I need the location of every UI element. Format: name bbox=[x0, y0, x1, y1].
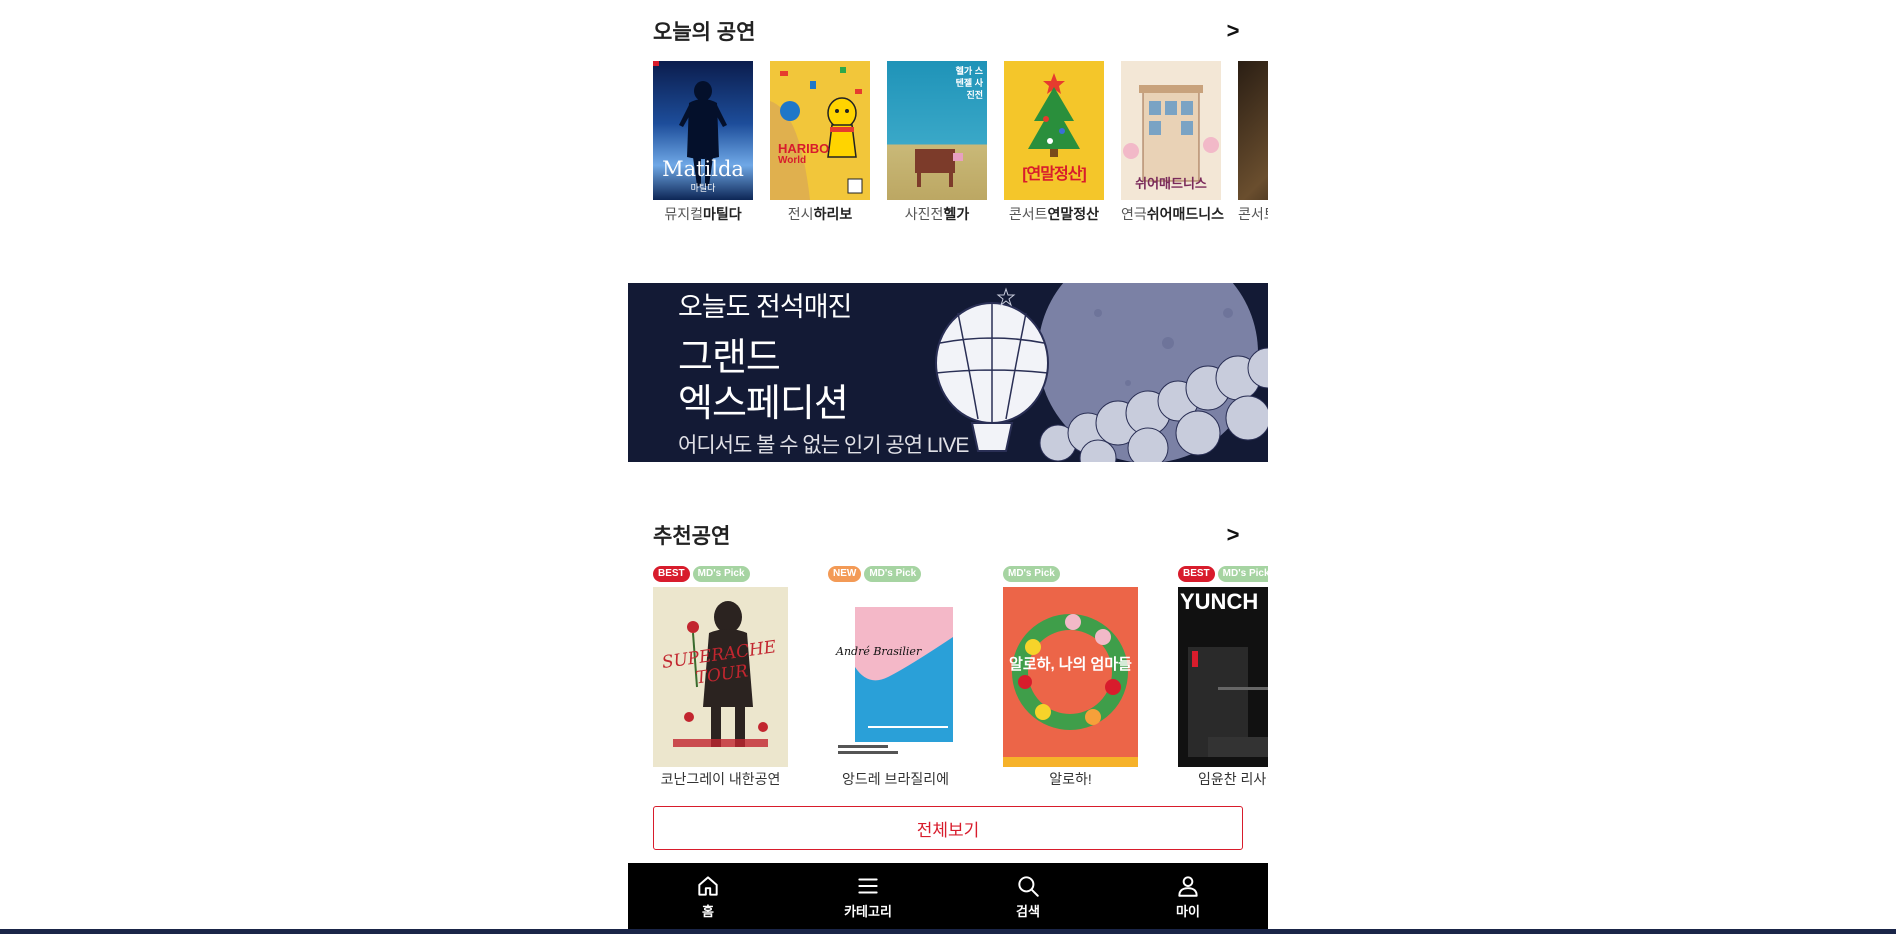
today-genre: 연극 bbox=[1121, 206, 1147, 222]
badge-mdpick: MD's Pick bbox=[864, 566, 922, 582]
today-name: 마틸다 bbox=[703, 206, 742, 222]
today-genre: 전시 bbox=[787, 206, 814, 222]
today-item-yearend[interactable]: [연말정산] 콘서트연말정산 bbox=[1004, 61, 1104, 224]
badge-group: NEW MD's Pick bbox=[828, 566, 963, 585]
rec-caption: 앙드레 브라질리에 bbox=[842, 771, 949, 787]
search-icon bbox=[1018, 875, 1039, 897]
banner-title-line-b: 엑스페디션 bbox=[678, 383, 849, 425]
badge-best: BEST bbox=[1178, 566, 1215, 582]
badge-group: MD's Pick bbox=[1003, 566, 1138, 585]
banner-title: 그랜드 엑스페디션 bbox=[678, 335, 849, 427]
rec-caption: 알로하! bbox=[1049, 771, 1092, 787]
badge-best: BEST bbox=[653, 566, 690, 582]
tab-my[interactable]: 마이 bbox=[1108, 863, 1268, 929]
today-genre: 뮤지컬 bbox=[664, 206, 703, 222]
today-section-title: 오늘의 공연 bbox=[653, 21, 756, 44]
today-genre: 콘서트 bbox=[1008, 206, 1048, 222]
today-caption: 콘서트연말정산 bbox=[1004, 204, 1104, 224]
poster-limyunchan-title: YUNCH bbox=[1180, 589, 1259, 614]
today-item-haribo[interactable]: HARIBO World 전시하리보 bbox=[770, 61, 870, 224]
banner-line1: 오늘도 전석매진 bbox=[678, 292, 852, 322]
rec-caption: 임윤찬 리사 bbox=[1198, 771, 1267, 787]
rec-caption: 코난그레이 내한공연 bbox=[660, 771, 781, 787]
poster-concert[interactable] bbox=[1238, 61, 1268, 200]
today-caption: 사진전헬가 bbox=[887, 204, 987, 224]
recommended-section-title: 추천공연 bbox=[653, 525, 731, 548]
bottom-tab-bar: 홈 카테고리 검색 마이 bbox=[628, 863, 1268, 929]
poster-conangray[interactable]: SUPERACHE TOUR bbox=[653, 587, 788, 767]
today-carousel[interactable]: Matilda 마틸다 뮤지컬마틸다 HARIBO World 전시하리보 헬가… bbox=[653, 61, 1268, 226]
today-item-shearmadness[interactable]: 쉬어매드니스 연극쉬어매드니스 bbox=[1121, 61, 1225, 224]
today-more-link[interactable]: > bbox=[1223, 18, 1243, 44]
poster-haribo-title: HARIBO bbox=[778, 141, 830, 156]
home-icon bbox=[698, 875, 718, 896]
badge-group: BEST MD's Pick bbox=[1178, 566, 1268, 585]
today-caption: 연극쉬어매드니스 bbox=[1121, 204, 1225, 224]
tab-search[interactable]: 검색 bbox=[948, 863, 1108, 929]
badge-mdpick: MD's Pick bbox=[1003, 566, 1060, 582]
rec-item-conangray[interactable]: BEST MD's Pick SUPERACHE TOUR 코난그레이 내한공연 bbox=[653, 566, 788, 788]
view-all-button[interactable]: 전체보기 bbox=[653, 806, 1243, 850]
promo-banner[interactable]: 오늘도 전석매진 그랜드 엑스페디션 어디서도 볼 수 없는 인기 공연 LIV… bbox=[628, 283, 1268, 462]
poster-helga[interactable]: 헬가 스텐젤 사진전 bbox=[887, 61, 987, 200]
tab-my-label: 마이 bbox=[1176, 903, 1200, 919]
today-genre: 사진전 bbox=[904, 206, 944, 222]
poster-shearmadness[interactable]: 쉬어매드니스 bbox=[1121, 61, 1221, 200]
today-name: 연말정산 bbox=[1047, 206, 1100, 222]
badge-new: NEW bbox=[828, 566, 862, 582]
poster-matilda[interactable]: Matilda 마틸다 bbox=[653, 61, 753, 200]
today-name: 헬가 bbox=[943, 206, 970, 222]
app-container: 오늘의 공연 > Matilda 마틸다 뮤지컬마틸다 HARIBO World… bbox=[628, 0, 1268, 929]
poster-aloha[interactable]: 알로하, 나의 엄마들 bbox=[1003, 587, 1138, 767]
badge-mdpick: MD's Pick bbox=[1217, 566, 1268, 582]
poster-aloha-title: 알로하, 나의 엄마들 bbox=[1009, 656, 1132, 673]
rec-item-limyunchan[interactable]: BEST MD's Pick YUNCH 임윤찬 리사 bbox=[1178, 566, 1268, 788]
today-section-header: 오늘의 공연 > bbox=[653, 16, 1243, 46]
poster-yearend-title: [연말정산] bbox=[1022, 166, 1087, 183]
poster-yearend[interactable]: [연말정산] bbox=[1004, 61, 1104, 200]
recommended-carousel[interactable]: BEST MD's Pick SUPERACHE TOUR 코난그레이 내한공연 bbox=[653, 566, 1268, 788]
today-name: 하리보 bbox=[813, 206, 853, 222]
poster-helga-title: 헬가 스텐젤 사진전 bbox=[955, 66, 983, 100]
badge-mdpick: MD's Pick bbox=[692, 566, 750, 582]
tab-category-label: 카테고리 bbox=[844, 903, 892, 919]
tab-category[interactable]: 카테고리 bbox=[788, 863, 948, 929]
window-bottom-strip bbox=[0, 929, 1896, 934]
menu-icon bbox=[858, 878, 878, 893]
today-genre: 콘서트 bbox=[1238, 206, 1268, 222]
poster-brasilier[interactable]: André Brasilier bbox=[828, 587, 963, 767]
user-icon bbox=[1178, 875, 1198, 897]
poster-brasilier-title: André Brasilier bbox=[836, 645, 922, 658]
rec-item-brasilier[interactable]: NEW MD's Pick André Brasilier 앙드레 브라질리에 bbox=[828, 566, 963, 788]
today-item-helga[interactable]: 헬가 스텐젤 사진전 사진전헬가 bbox=[887, 61, 987, 224]
recommended-section-header: 추천공연 > bbox=[653, 520, 1243, 550]
tab-home-label: 홈 bbox=[702, 903, 714, 919]
poster-limyunchan[interactable]: YUNCH bbox=[1178, 587, 1268, 767]
poster-haribo-sub: World bbox=[778, 155, 807, 166]
banner-title-line-a: 그랜드 bbox=[678, 337, 781, 379]
badge-group: BEST MD's Pick bbox=[653, 566, 788, 585]
poster-matilda-sub: 마틸다 bbox=[690, 183, 716, 193]
today-caption: 뮤지컬마틸다 bbox=[653, 204, 753, 224]
poster-shearmadness-title: 쉬어매드니스 bbox=[1135, 176, 1207, 191]
rec-item-aloha[interactable]: MD's Pick 알로하, 나의 엄마들 알로하! bbox=[1003, 566, 1138, 788]
banner-subtitle: 어디서도 볼 수 없는 인기 공연 LIVE bbox=[678, 434, 969, 457]
today-item-matilda[interactable]: Matilda 마틸다 뮤지컬마틸다 bbox=[653, 61, 753, 224]
recommended-more-link[interactable]: > bbox=[1223, 522, 1243, 548]
poster-haribo[interactable]: HARIBO World bbox=[770, 61, 870, 200]
tab-home[interactable]: 홈 bbox=[628, 863, 788, 929]
today-item-concert[interactable]: 콘서트 bbox=[1238, 61, 1268, 224]
poster-matilda-title: Matilda bbox=[662, 157, 744, 181]
tab-search-label: 검색 bbox=[1016, 903, 1040, 919]
today-name: 쉬어매드니스 bbox=[1146, 206, 1225, 222]
today-caption: 콘서트 bbox=[1238, 204, 1268, 224]
today-caption: 전시하리보 bbox=[770, 204, 870, 224]
